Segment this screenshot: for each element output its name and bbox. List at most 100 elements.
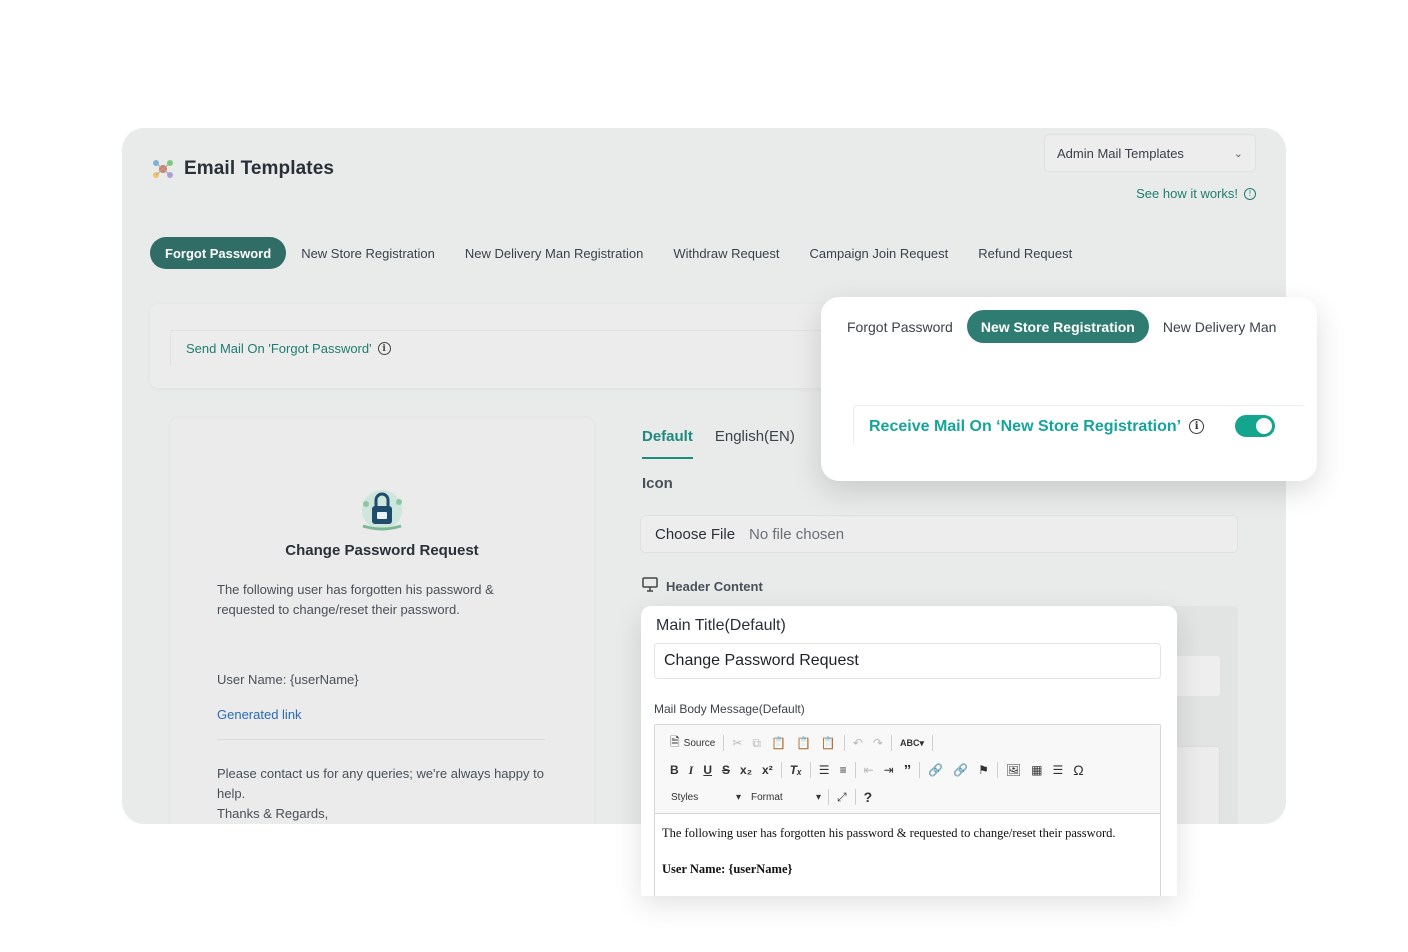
redo-icon[interactable]: ↷	[868, 733, 888, 753]
template-type-value: Admin Mail Templates	[1057, 145, 1184, 161]
header-content-label: Header Content	[666, 578, 763, 594]
underline-icon[interactable]: U	[698, 760, 717, 780]
table-icon[interactable]: ▦	[1026, 760, 1047, 780]
tab-campaign-join-request[interactable]: Campaign Join Request	[795, 237, 964, 269]
preview-body: The following user has forgotten his pas…	[217, 582, 494, 617]
popup-tab-row: Forgot Password New Store Registration N…	[833, 310, 1290, 343]
document-icon: 🗎	[670, 734, 680, 749]
strikethrough-icon[interactable]: S	[717, 760, 735, 780]
toolbar-row-2: B I U S x₂ x² Tₓ ☰ ≡ ⇤ ⇥ ” 🔗 🔗 ⚑ 🖼 ▦ ☰ Ω	[665, 760, 1089, 780]
tab-new-delivery-man-registration[interactable]: New Delivery Man Registration	[450, 237, 658, 269]
blockquote-icon[interactable]: ”	[899, 760, 917, 780]
preview-contact-text: Please contact us for any queries; we're…	[217, 766, 544, 801]
icon-section-label: Icon	[642, 475, 673, 492]
how-it-works-label: See how it works!	[1136, 186, 1238, 201]
preview-divider	[217, 739, 545, 740]
preview-contact: Please contact us for any queries; we're…	[217, 764, 552, 824]
link-icon[interactable]: 🔗	[923, 760, 948, 780]
subscript-icon[interactable]: x₂	[735, 760, 757, 780]
image-icon[interactable]: 🖼	[1001, 760, 1026, 780]
toolbar-separator	[854, 762, 856, 778]
source-button[interactable]: 🗎 Source	[665, 733, 720, 753]
preview-generated-link[interactable]: Generated link	[217, 707, 302, 722]
toolbar-separator	[890, 735, 892, 751]
toolbar-separator	[843, 735, 845, 751]
outdent-icon[interactable]: ⇤	[859, 760, 879, 780]
horizontal-line-icon[interactable]: ☰	[1047, 760, 1068, 780]
italic-icon[interactable]: I	[684, 760, 699, 780]
popup-tab-new-delivery-man[interactable]: New Delivery Man	[1149, 310, 1291, 343]
tab-forgot-password[interactable]: Forgot Password	[150, 237, 287, 269]
paste-word-icon[interactable]: 📋	[816, 733, 841, 753]
editor-content[interactable]: The following user has forgotten his pas…	[662, 826, 1152, 877]
editor-popup-card: Main Title(Default) Change Password Requ…	[641, 606, 1177, 896]
editor-body-line: The following user has forgotten his pas…	[662, 826, 1116, 840]
popup-tab-forgot-password[interactable]: Forgot Password	[833, 310, 967, 343]
undo-icon[interactable]: ↶	[848, 733, 868, 753]
styles-dropdown[interactable]: Styles ▾	[665, 792, 745, 803]
spellcheck-icon[interactable]: ABC▾	[895, 733, 929, 753]
bold-icon[interactable]: B	[665, 760, 684, 780]
template-type-select[interactable]: Admin Mail Templates ⌄	[1044, 134, 1256, 172]
help-icon[interactable]: ?	[859, 787, 878, 807]
send-mail-row: Send Mail On 'Forgot Password' i	[170, 330, 850, 366]
format-dropdown[interactable]: Format ▾	[745, 792, 825, 803]
email-preview-card: Change Password Request The following us…	[170, 418, 594, 824]
paste-text-icon[interactable]: 📋	[791, 733, 816, 753]
toolbar-separator	[919, 762, 921, 778]
toolbar-separator	[809, 762, 811, 778]
indent-icon[interactable]: ⇥	[879, 760, 899, 780]
language-tabs: Default English(EN)	[642, 428, 795, 459]
page-title: Email Templates	[184, 158, 335, 179]
tab-new-store-registration[interactable]: New Store Registration	[286, 237, 450, 269]
tab-refund-request[interactable]: Refund Request	[963, 237, 1087, 269]
anchor-flag-icon[interactable]: ⚑	[973, 760, 994, 780]
maximize-icon[interactable]: ⤢	[832, 787, 852, 807]
background-form-field	[1172, 656, 1220, 696]
toolbar-separator	[828, 789, 829, 805]
monitor-icon	[642, 577, 658, 595]
chevron-down-icon: ▾	[815, 791, 821, 803]
template-tabs: Forgot Password New Store Registration N…	[150, 237, 1087, 269]
main-title-label: Main Title(Default)	[656, 617, 786, 634]
page-header: Email Templates	[150, 156, 334, 182]
tab-lang-english[interactable]: English(EN)	[715, 428, 795, 459]
chevron-down-icon: ⌄	[1233, 147, 1243, 160]
tab-lang-default[interactable]: Default	[642, 428, 693, 459]
special-char-icon[interactable]: Ω	[1068, 760, 1088, 780]
format-label: Format	[751, 791, 783, 803]
numbered-list-icon[interactable]: ☰	[814, 760, 835, 780]
main-title-input[interactable]: Change Password Request	[654, 643, 1161, 679]
remove-format-icon[interactable]: Tₓ	[785, 760, 807, 780]
info-icon[interactable]: i	[1189, 419, 1205, 434]
tab-withdraw-request[interactable]: Withdraw Request	[658, 237, 794, 269]
bulleted-list-icon[interactable]: ≡	[835, 760, 852, 780]
superscript-icon[interactable]: x²	[757, 760, 778, 780]
mail-body-label: Mail Body Message(Default)	[654, 702, 805, 716]
paste-icon[interactable]: 📋	[766, 733, 791, 753]
header-content-section: Header Content	[642, 577, 763, 595]
how-it-works-link[interactable]: See how it works! !	[1136, 186, 1256, 201]
toolbar-separator	[780, 762, 782, 778]
tabs-popup-card: Forgot Password New Store Registration N…	[821, 297, 1317, 481]
icon-file-input[interactable]: Choose File No file chosen	[640, 515, 1238, 553]
receive-mail-label: Receive Mail On ‘New Store Registration’	[869, 417, 1182, 435]
toolbar-separator	[854, 789, 856, 805]
preview-user-name: User Name: {userName}	[217, 672, 359, 687]
info-icon[interactable]: i	[377, 342, 391, 355]
copy-icon[interactable]: ⧉	[747, 733, 766, 753]
choose-file-button[interactable]: Choose File	[655, 526, 735, 543]
popup-tab-new-store-registration[interactable]: New Store Registration	[966, 310, 1149, 343]
toolbar-row-3: Styles ▾ Format ▾ ⤢ ?	[665, 787, 877, 807]
toggle-knob	[1256, 418, 1272, 434]
styles-label: Styles	[671, 791, 699, 803]
cut-icon[interactable]: ✂	[727, 733, 747, 753]
chevron-down-icon: ▾	[735, 791, 741, 803]
receive-mail-toggle[interactable]	[1235, 415, 1275, 437]
toolbar-separator	[996, 762, 998, 778]
unlink-icon[interactable]: 🔗	[948, 760, 973, 780]
send-mail-card: Send Mail On 'Forgot Password' i	[150, 304, 850, 388]
file-status: No file chosen	[749, 525, 845, 543]
toolbar-row-1: 🗎 Source ✂ ⧉ 📋 📋 📋 ↶ ↷ ABC▾	[665, 733, 936, 753]
lock-illustration-icon	[355, 486, 409, 534]
